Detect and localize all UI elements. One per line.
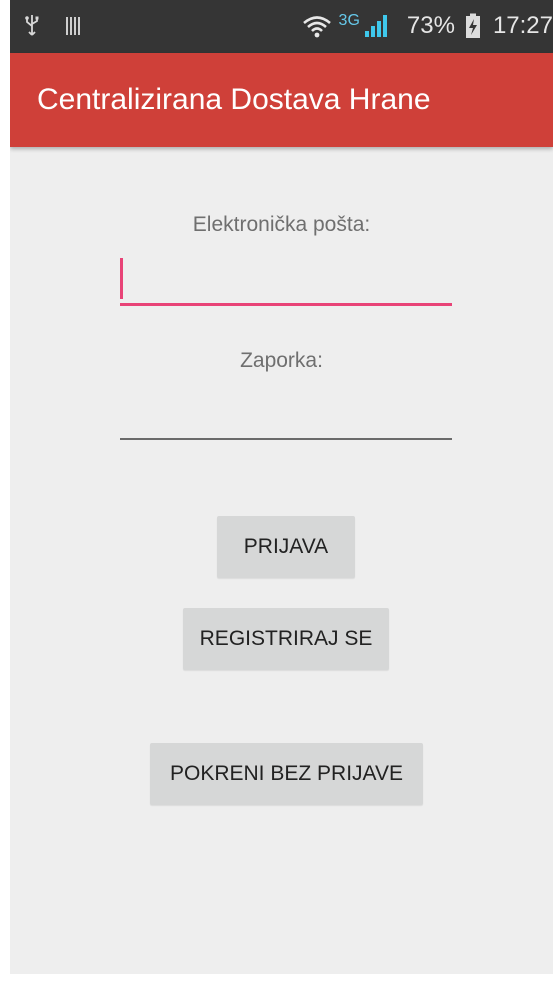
signal-icon: [364, 15, 387, 37]
email-label: Elektronička pošta:: [192, 213, 371, 236]
status-bar-left: [24, 14, 82, 36]
battery-charging-icon: [465, 13, 480, 38]
password-label: Zaporka:: [240, 349, 323, 372]
barcode-icon: [66, 15, 82, 35]
password-input[interactable]: [120, 388, 452, 440]
app-screen: 3G 73% 17:27 Centralizirana Dostava Hran…: [10, 0, 553, 974]
app-bar: Centralizirana Dostava Hrane: [10, 53, 553, 147]
clock: 17:27: [492, 12, 553, 39]
continue-without-login-button[interactable]: POKRENI BEZ PRIJAVE: [150, 743, 423, 805]
login-button[interactable]: PRIJAVA: [217, 516, 355, 578]
text-cursor: [120, 258, 123, 299]
register-button[interactable]: REGISTRIRAJ SE: [183, 608, 389, 670]
app-title: Centralizirana Dostava Hrane: [37, 83, 431, 116]
usb-icon: [25, 15, 39, 36]
wifi-icon: [302, 16, 331, 38]
network-type: 3G: [338, 12, 360, 29]
email-input[interactable]: [120, 254, 452, 306]
status-bar-right: 3G 73% 17:27: [302, 12, 553, 40]
status-bar: 3G 73% 17:27: [10, 0, 553, 53]
battery-percent: 73%: [406, 12, 455, 39]
